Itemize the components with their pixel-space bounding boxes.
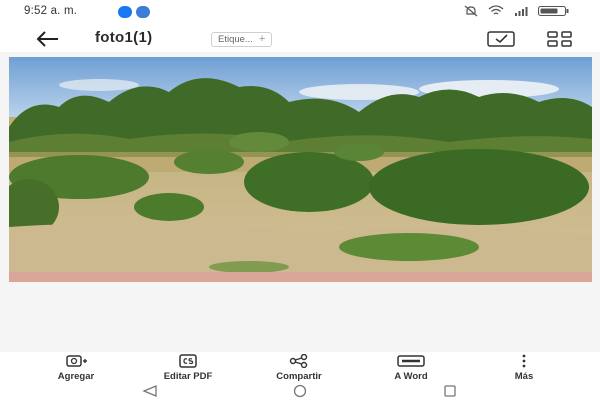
nav-home-circle-icon [293, 384, 307, 397]
nav-back-triangle-icon [142, 384, 157, 397]
tag-chip[interactable]: Etique... + [211, 32, 273, 47]
back-arrow-icon [36, 31, 58, 47]
battery-icon [538, 5, 569, 17]
document-header: foto1(1) Etique... + [0, 26, 600, 52]
tag-add-icon: + [258, 33, 266, 45]
scanned-photo[interactable] [9, 57, 592, 282]
facebook-icon [118, 6, 132, 18]
edit-pdf-label: Editar PDF [163, 371, 213, 382]
messenger-icon [136, 6, 150, 18]
bottom-toolbar: Agregar Editar PDF Compartir A Word Más [0, 352, 600, 382]
status-app-icons [118, 6, 150, 18]
cs-pdf-icon [179, 354, 197, 368]
tag-placeholder: Etique... [218, 34, 253, 45]
select-button[interactable] [486, 29, 516, 49]
word-icon [397, 355, 425, 367]
document-title[interactable]: foto1(1) [95, 29, 152, 46]
signal-icon [515, 7, 528, 16]
nav-recents-square-icon [444, 384, 456, 397]
nav-home-button[interactable] [288, 383, 312, 398]
status-bar: 9:52 a. m. [0, 0, 600, 24]
more-vertical-icon [522, 354, 526, 368]
system-nav-bar [0, 382, 600, 400]
status-system-icons [464, 5, 570, 17]
grid-view-button[interactable] [545, 29, 575, 49]
add-photo-icon [66, 355, 87, 367]
share-icon [289, 354, 308, 368]
select-check-icon [487, 31, 515, 47]
add-button[interactable]: Agregar [31, 354, 121, 382]
add-label: Agregar [57, 371, 95, 382]
nav-back-button[interactable] [138, 383, 162, 398]
to-word-label: A Word [394, 371, 428, 382]
page-preview-area[interactable] [0, 52, 600, 352]
share-button[interactable]: Compartir [254, 354, 344, 382]
nav-recents-button[interactable] [438, 383, 462, 398]
status-time: 9:52 a. m. [24, 5, 78, 17]
grid-icon [547, 31, 572, 47]
share-label: Compartir [276, 371, 322, 382]
back-button[interactable] [34, 28, 62, 50]
mute-icon [464, 5, 478, 17]
edit-pdf-button[interactable]: Editar PDF [143, 354, 233, 382]
wifi-icon [488, 5, 504, 15]
to-word-button[interactable]: A Word [366, 354, 456, 382]
more-button[interactable]: Más [479, 354, 569, 382]
more-label: Más [514, 371, 534, 382]
orchard-photo-image [9, 57, 592, 282]
